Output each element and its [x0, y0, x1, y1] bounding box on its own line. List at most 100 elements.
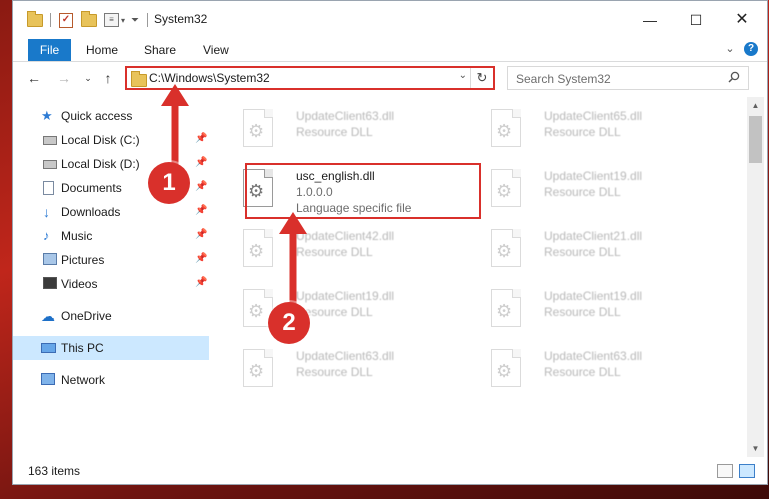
sidebar-item-onedrive[interactable]: ☁ OneDrive [13, 304, 209, 328]
dll-file-icon: ⚙ [243, 229, 273, 267]
documents-icon [43, 181, 54, 195]
tab-share[interactable]: Share [144, 39, 176, 61]
file-type: Resource DLL [296, 365, 373, 379]
onedrive-icon: ☁ [41, 308, 55, 324]
file-type: Resource DLL [544, 305, 621, 319]
pin-icon[interactable]: 📌 [195, 133, 207, 144]
scroll-down-icon[interactable]: ▼ [747, 440, 764, 457]
maximize-button[interactable]: ☐ [673, 1, 719, 39]
file-type: Resource DLL [544, 245, 621, 259]
drive-icon [43, 160, 57, 169]
file-item[interactable]: ⚙ UpdateClient19.dll Resource DLL [483, 283, 723, 339]
file-item[interactable]: ⚙ UpdateClient19.dll Resource DLL [483, 163, 723, 219]
pin-icon[interactable]: 📌 [195, 253, 207, 264]
pin-icon[interactable]: 📌 [195, 181, 207, 192]
step-2-badge: 2 [268, 302, 310, 344]
file-item[interactable]: ⚙ UpdateClient63.dll Resource DLL [483, 343, 723, 399]
search-icon[interactable] [728, 71, 740, 83]
file-explorer-window: ✓ ≡ ▾ ⏷ System32 — ☐ ✕ File Home Share V… [12, 0, 768, 485]
dll-file-icon: ⚙ [243, 109, 273, 147]
scroll-thumb[interactable] [749, 116, 762, 163]
folder-icon[interactable] [27, 10, 43, 27]
address-path[interactable]: C:\Windows\System32 [149, 71, 270, 85]
sidebar-item-label: Music [61, 229, 93, 243]
properties-icon[interactable]: ≡ [104, 13, 119, 27]
music-icon: ♪ [43, 228, 50, 243]
file-name: UpdateClient19.dll [296, 289, 395, 303]
details-view-icon[interactable] [717, 464, 733, 478]
sidebar-item-music[interactable]: ♪ Music 📌 [13, 224, 209, 248]
file-name: UpdateClient19.dll [544, 169, 643, 183]
sidebar-item-downloads[interactable]: ↓ Downloads 📌 [13, 200, 209, 224]
close-button[interactable]: ✕ [719, 1, 765, 39]
downloads-icon: ↓ [43, 204, 50, 220]
pin-icon[interactable]: 📌 [195, 157, 207, 168]
new-folder-icon[interactable] [81, 10, 97, 27]
videos-icon [43, 277, 57, 289]
sidebar-item-network[interactable]: Network [13, 368, 209, 392]
tab-home[interactable]: Home [86, 39, 118, 61]
file-name: UpdateClient65.dll [544, 109, 643, 123]
customize-toolbar-icon[interactable]: ⏷ [131, 15, 139, 26]
sidebar-item-label: Pictures [61, 253, 105, 267]
expand-ribbon-icon[interactable]: ⌄ [723, 42, 737, 56]
file-item[interactable]: ⚙ UpdateClient63.dll Resource DLL [235, 103, 475, 159]
pictures-icon [43, 253, 57, 265]
address-dropdown-icon[interactable]: ⌄ [459, 70, 467, 81]
file-type: Resource DLL [544, 185, 621, 199]
pin-icon[interactable]: 📌 [195, 205, 207, 216]
sidebar-item-label: Videos [61, 277, 98, 291]
window-title: System32 [154, 12, 208, 26]
file-item[interactable]: ⚙ UpdateClient65.dll Resource DLL [483, 103, 723, 159]
tab-file[interactable]: File [28, 39, 71, 61]
title-separator [147, 13, 149, 27]
file-item[interactable]: ⚙ UpdateClient42.dll Resource DLL [235, 223, 475, 279]
file-name: UpdateClient42.dll [296, 229, 395, 243]
back-arrow-icon[interactable]: ← [25, 69, 43, 87]
pin-icon[interactable]: 📌 [195, 229, 207, 240]
highlight-box [245, 163, 481, 219]
address-folder-icon [131, 71, 147, 87]
sidebar-item-pictures[interactable]: Pictures 📌 [13, 248, 209, 272]
drive-icon [43, 136, 57, 145]
step-1-badge: 1 [148, 162, 190, 204]
tiles-view-icon[interactable] [739, 464, 755, 478]
sidebar-item-videos[interactable]: Videos 📌 [13, 272, 209, 296]
pin-icon[interactable]: 📌 [195, 277, 207, 288]
file-type: Resource DLL [296, 125, 373, 139]
recent-locations-icon[interactable]: ⌄ [79, 69, 97, 87]
sidebar-item-this-pc[interactable]: This PC [13, 336, 209, 360]
properties-check-icon[interactable]: ✓ [59, 12, 73, 28]
minimize-button[interactable]: — [627, 1, 673, 39]
network-icon [41, 373, 55, 385]
file-name: UpdateClient19.dll [544, 289, 643, 303]
sidebar-item-label: Downloads [61, 205, 121, 219]
sidebar-item-label: This PC [61, 341, 104, 355]
sidebar-item-label: Local Disk (C:) [61, 133, 140, 147]
refresh-icon[interactable]: ↻ [470, 68, 493, 88]
dll-file-icon: ⚙ [491, 349, 521, 387]
star-icon: ★ [41, 108, 53, 123]
file-name: UpdateClient21.dll [544, 229, 643, 243]
sidebar-item-label: Documents [61, 181, 122, 195]
dll-file-icon: ⚙ [491, 109, 521, 147]
vertical-scrollbar[interactable]: ▲ ▼ [747, 97, 764, 457]
dll-file-icon: ⚙ [491, 229, 521, 267]
file-item[interactable]: ⚙ UpdateClient21.dll Resource DLL [483, 223, 723, 279]
forward-arrow-icon[interactable]: → [55, 69, 73, 87]
dll-file-icon: ⚙ [491, 289, 521, 327]
customize-dropdown-icon[interactable]: ▾ [121, 16, 125, 25]
file-item[interactable]: ⚙ UpdateClient63.dll Resource DLL [235, 343, 475, 399]
ribbon-tabs: File Home Share View ⌄ ? [13, 39, 767, 62]
search-box[interactable]: Search System32 [507, 66, 749, 90]
quick-access-toolbar: ✓ ≡ ▾ ⏷ [27, 10, 149, 29]
sidebar-item-label: Quick access [61, 109, 133, 123]
this-pc-icon [41, 343, 56, 353]
search-placeholder[interactable]: Search System32 [516, 72, 611, 86]
file-type: Resource DLL [544, 125, 621, 139]
status-bar: 163 items [13, 459, 767, 485]
help-icon[interactable]: ? [744, 42, 758, 56]
up-arrow-icon[interactable]: ↑ [99, 69, 117, 87]
scroll-up-icon[interactable]: ▲ [747, 97, 764, 114]
tab-view[interactable]: View [203, 39, 229, 61]
